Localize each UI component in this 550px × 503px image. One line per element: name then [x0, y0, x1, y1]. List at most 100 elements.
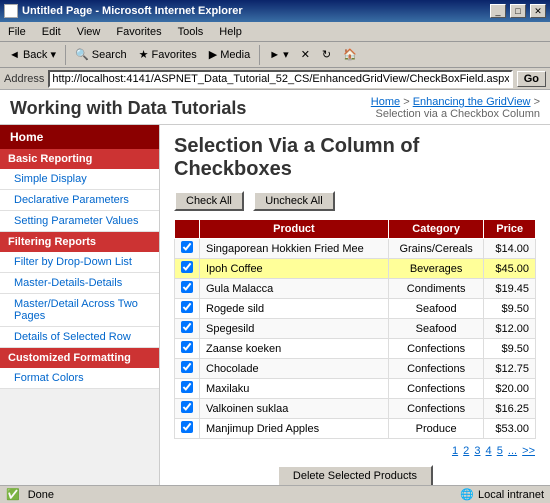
menu-help[interactable]: Help	[215, 24, 246, 40]
site-title: Working with Data Tutorials	[10, 98, 246, 119]
back-button[interactable]: ◄ Back ▾	[4, 46, 61, 63]
table-row: Rogede sild Seafood $9.50	[175, 299, 536, 319]
page-ellipsis[interactable]: ...	[508, 445, 517, 457]
menu-favorites[interactable]: Favorites	[112, 24, 165, 40]
menu-edit[interactable]: Edit	[38, 24, 65, 40]
row-checkbox[interactable]	[181, 261, 193, 273]
col-header-product: Product	[200, 220, 389, 239]
sidebar-item-filter[interactable]: Filter by Drop-Down List	[0, 252, 159, 273]
check-all-button[interactable]: Check All	[174, 191, 244, 211]
sidebar-item-setting[interactable]: Setting Parameter Values	[0, 211, 159, 232]
row-category: Confections	[388, 339, 484, 359]
row-checkbox-cell	[175, 359, 200, 379]
addressbar: Address Go	[0, 68, 550, 90]
row-price: $9.50	[484, 299, 536, 319]
row-product: Chocolade	[200, 359, 389, 379]
uncheck-all-button[interactable]: Uncheck All	[253, 191, 334, 211]
row-checkbox[interactable]	[181, 361, 193, 373]
breadcrumb-parent[interactable]: Enhancing the GridView	[413, 96, 531, 108]
home-button[interactable]: 🏠	[338, 46, 362, 63]
row-checkbox[interactable]	[181, 381, 193, 393]
app-icon	[4, 4, 18, 18]
row-price: $53.00	[484, 419, 536, 439]
menu-view[interactable]: View	[73, 24, 105, 40]
status-zone: 🌐 Local intranet	[460, 488, 544, 501]
sidebar-section-filtering: Filtering Reports	[0, 232, 159, 252]
minimize-button[interactable]: _	[490, 4, 506, 18]
sidebar-item-declarative[interactable]: Declarative Parameters	[0, 190, 159, 211]
row-checkbox-cell	[175, 419, 200, 439]
status-text: Done	[28, 489, 453, 501]
row-product: Manjimup Dried Apples	[200, 419, 389, 439]
col-header-check	[175, 220, 200, 239]
zone-icon: 🌐	[460, 488, 474, 501]
row-category: Seafood	[388, 299, 484, 319]
row-category: Confections	[388, 399, 484, 419]
row-checkbox-cell	[175, 319, 200, 339]
window-title: Untitled Page - Microsoft Internet Explo…	[22, 5, 486, 17]
page-1[interactable]: 1	[452, 445, 458, 457]
pagination: 1 2 3 4 5 ... >>	[174, 445, 536, 457]
row-checkbox[interactable]	[181, 421, 193, 433]
row-category: Produce	[388, 419, 484, 439]
row-category: Beverages	[388, 259, 484, 279]
row-category: Confections	[388, 379, 484, 399]
btn-row: Check All Uncheck All	[174, 191, 536, 211]
table-row: Gula Malacca Condiments $19.45	[175, 279, 536, 299]
row-checkbox-cell	[175, 279, 200, 299]
sidebar-home[interactable]: Home	[0, 125, 159, 149]
forward-button[interactable]: ► ▾	[264, 46, 293, 63]
table-row: Valkoinen suklaa Confections $16.25	[175, 399, 536, 419]
sidebar-item-simple[interactable]: Simple Display	[0, 169, 159, 190]
row-checkbox[interactable]	[181, 401, 193, 413]
media-button[interactable]: ▶ Media	[204, 46, 255, 63]
menu-file[interactable]: File	[4, 24, 30, 40]
row-checkbox[interactable]	[181, 241, 193, 253]
toolbar: ◄ Back ▾ 🔍 Search ★ Favorites ▶ Media ► …	[0, 42, 550, 68]
row-price: $12.75	[484, 359, 536, 379]
maximize-button[interactable]: □	[510, 4, 526, 18]
refresh-button[interactable]: ↻	[317, 46, 336, 63]
row-checkbox-cell	[175, 399, 200, 419]
table-row: Maxilaku Confections $20.00	[175, 379, 536, 399]
search-button[interactable]: 🔍 Search	[70, 46, 132, 63]
close-button[interactable]: ✕	[530, 4, 546, 18]
sidebar-item-master-details[interactable]: Master-Details-Details	[0, 273, 159, 294]
stop-button[interactable]: ✕	[296, 46, 315, 63]
row-category: Confections	[388, 359, 484, 379]
statusbar: ✅ Done 🌐 Local intranet	[0, 485, 550, 503]
window-titlebar: Untitled Page - Microsoft Internet Explo…	[0, 0, 550, 22]
menu-tools[interactable]: Tools	[174, 24, 208, 40]
row-category: Condiments	[388, 279, 484, 299]
address-label: Address	[4, 73, 44, 85]
delete-btn-container: Delete Selected Products	[174, 465, 536, 485]
row-category: Seafood	[388, 319, 484, 339]
sidebar-section-custom: Customized Formatting	[0, 348, 159, 368]
page-5[interactable]: 5	[497, 445, 503, 457]
row-price: $19.45	[484, 279, 536, 299]
row-checkbox[interactable]	[181, 301, 193, 313]
row-checkbox[interactable]	[181, 341, 193, 353]
page-4[interactable]: 4	[486, 445, 492, 457]
page-content: Working with Data Tutorials Home > Enhan…	[0, 90, 550, 485]
favorites-button[interactable]: ★ Favorites	[134, 46, 202, 63]
page-header: Working with Data Tutorials Home > Enhan…	[0, 90, 550, 125]
row-product: Maxilaku	[200, 379, 389, 399]
sidebar-item-format-colors[interactable]: Format Colors	[0, 368, 159, 389]
address-input[interactable]	[48, 70, 512, 88]
page-3[interactable]: 3	[474, 445, 480, 457]
breadcrumb-home[interactable]: Home	[371, 96, 400, 108]
page-next[interactable]: >>	[522, 445, 535, 457]
row-checkbox[interactable]	[181, 281, 193, 293]
row-product: Rogede sild	[200, 299, 389, 319]
sidebar-item-details-selected[interactable]: Details of Selected Row	[0, 327, 159, 348]
row-product: Ipoh Coffee	[200, 259, 389, 279]
row-price: $9.50	[484, 339, 536, 359]
table-row: Manjimup Dried Apples Produce $53.00	[175, 419, 536, 439]
go-button[interactable]: Go	[517, 71, 546, 87]
page-2[interactable]: 2	[463, 445, 469, 457]
delete-button[interactable]: Delete Selected Products	[277, 465, 433, 485]
content-area: Selection Via a Column of Checkboxes Che…	[160, 125, 550, 485]
sidebar-item-master-detail-two[interactable]: Master/Detail Across Two Pages	[0, 294, 159, 327]
row-checkbox[interactable]	[181, 321, 193, 333]
